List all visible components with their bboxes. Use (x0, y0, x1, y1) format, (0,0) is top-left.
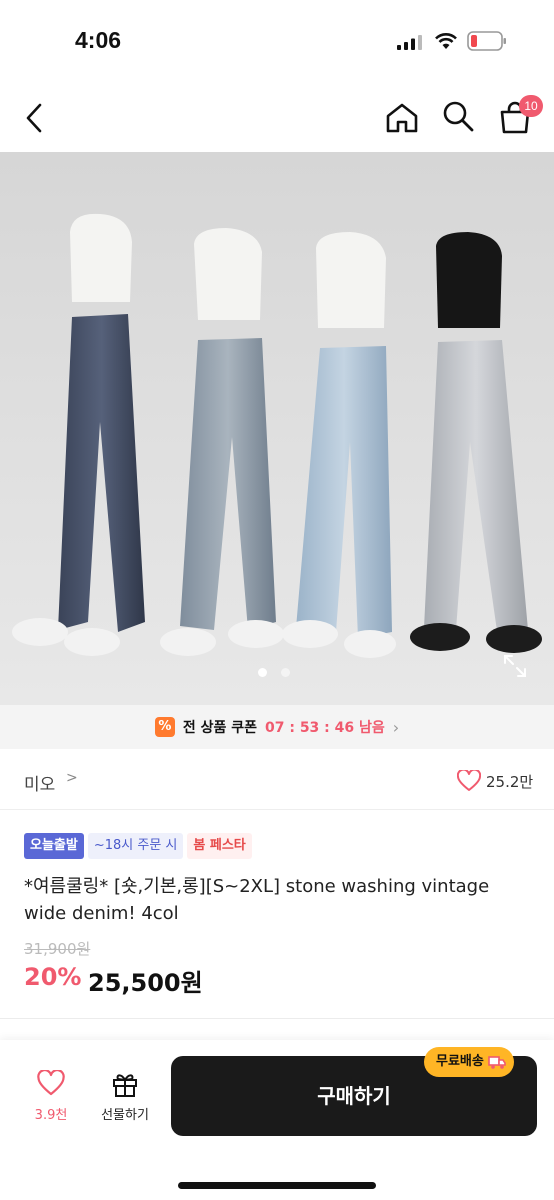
order-deadline-badge: ~18시 주문 시 (87, 833, 184, 859)
sale-price: 25,500원 (88, 969, 203, 997)
carousel-dot-active[interactable] (258, 668, 267, 677)
brand-name[interactable]: 미오 (24, 770, 55, 795)
battery-icon (467, 31, 506, 51)
gift-icon (113, 1074, 137, 1097)
coupon-banner[interactable]: % 전 상품 쿠폰 07 : 53 : 46 남음 › (0, 705, 554, 749)
back-icon[interactable] (20, 100, 48, 136)
brand-row: 미오 > 25.2만 (0, 752, 554, 810)
expand-icon[interactable] (502, 653, 528, 679)
coupon-suffix: 남음 (359, 720, 385, 736)
status-bar: 4:06 (0, 0, 554, 80)
free-shipping-badge: 무료배송 (424, 1047, 514, 1077)
coupon-timer: 07 : 53 : 46 남음 (265, 717, 385, 737)
original-price: 31,900원 (24, 940, 91, 958)
truck-icon (488, 1056, 506, 1069)
coupon-label: 전 상품 쿠폰 (182, 720, 257, 736)
search-icon[interactable] (440, 98, 476, 134)
divider (0, 1018, 554, 1019)
signal-icon (397, 35, 422, 50)
home-indicator (178, 1182, 376, 1189)
like-count: 3.9천 (34, 1108, 68, 1123)
brand-chevron-icon[interactable]: > (66, 770, 78, 786)
today-shipping-badge: 오늘출발 (24, 833, 84, 859)
home-icon[interactable] (384, 100, 420, 136)
gift-button[interactable]: 선물하기 (92, 1070, 158, 1130)
cart-count-badge: 10 (519, 95, 543, 117)
carousel-dots (258, 668, 290, 677)
heart-icon (37, 1068, 65, 1096)
product-title: *여름쿨링* [숏,기본,롱][S~2XL] stone washing vin… (24, 876, 490, 924)
product-photo (0, 152, 554, 705)
chevron-right-icon: › (392, 717, 400, 737)
badges: 오늘출발 ~18시 주문 시 봄 페스타 (24, 833, 252, 859)
product-image[interactable] (0, 152, 554, 705)
status-time: 4:06 (75, 27, 122, 53)
carousel-dot[interactable] (281, 668, 290, 677)
discount-rate: 20% (24, 963, 82, 991)
coupon-icon: % (154, 717, 175, 737)
brand-like-count: 25.2만 (486, 773, 534, 791)
heart-icon[interactable] (457, 770, 481, 792)
like-button[interactable]: 3.9천 (22, 1068, 80, 1130)
coupon-countdown: 07 : 53 : 46 (264, 720, 355, 736)
festival-badge: 봄 페스타 (187, 833, 252, 859)
top-navigation (0, 80, 554, 152)
wifi-icon (435, 33, 457, 49)
gift-label: 선물하기 (101, 1108, 149, 1123)
free-shipping-label: 무료배송 (436, 1054, 484, 1069)
